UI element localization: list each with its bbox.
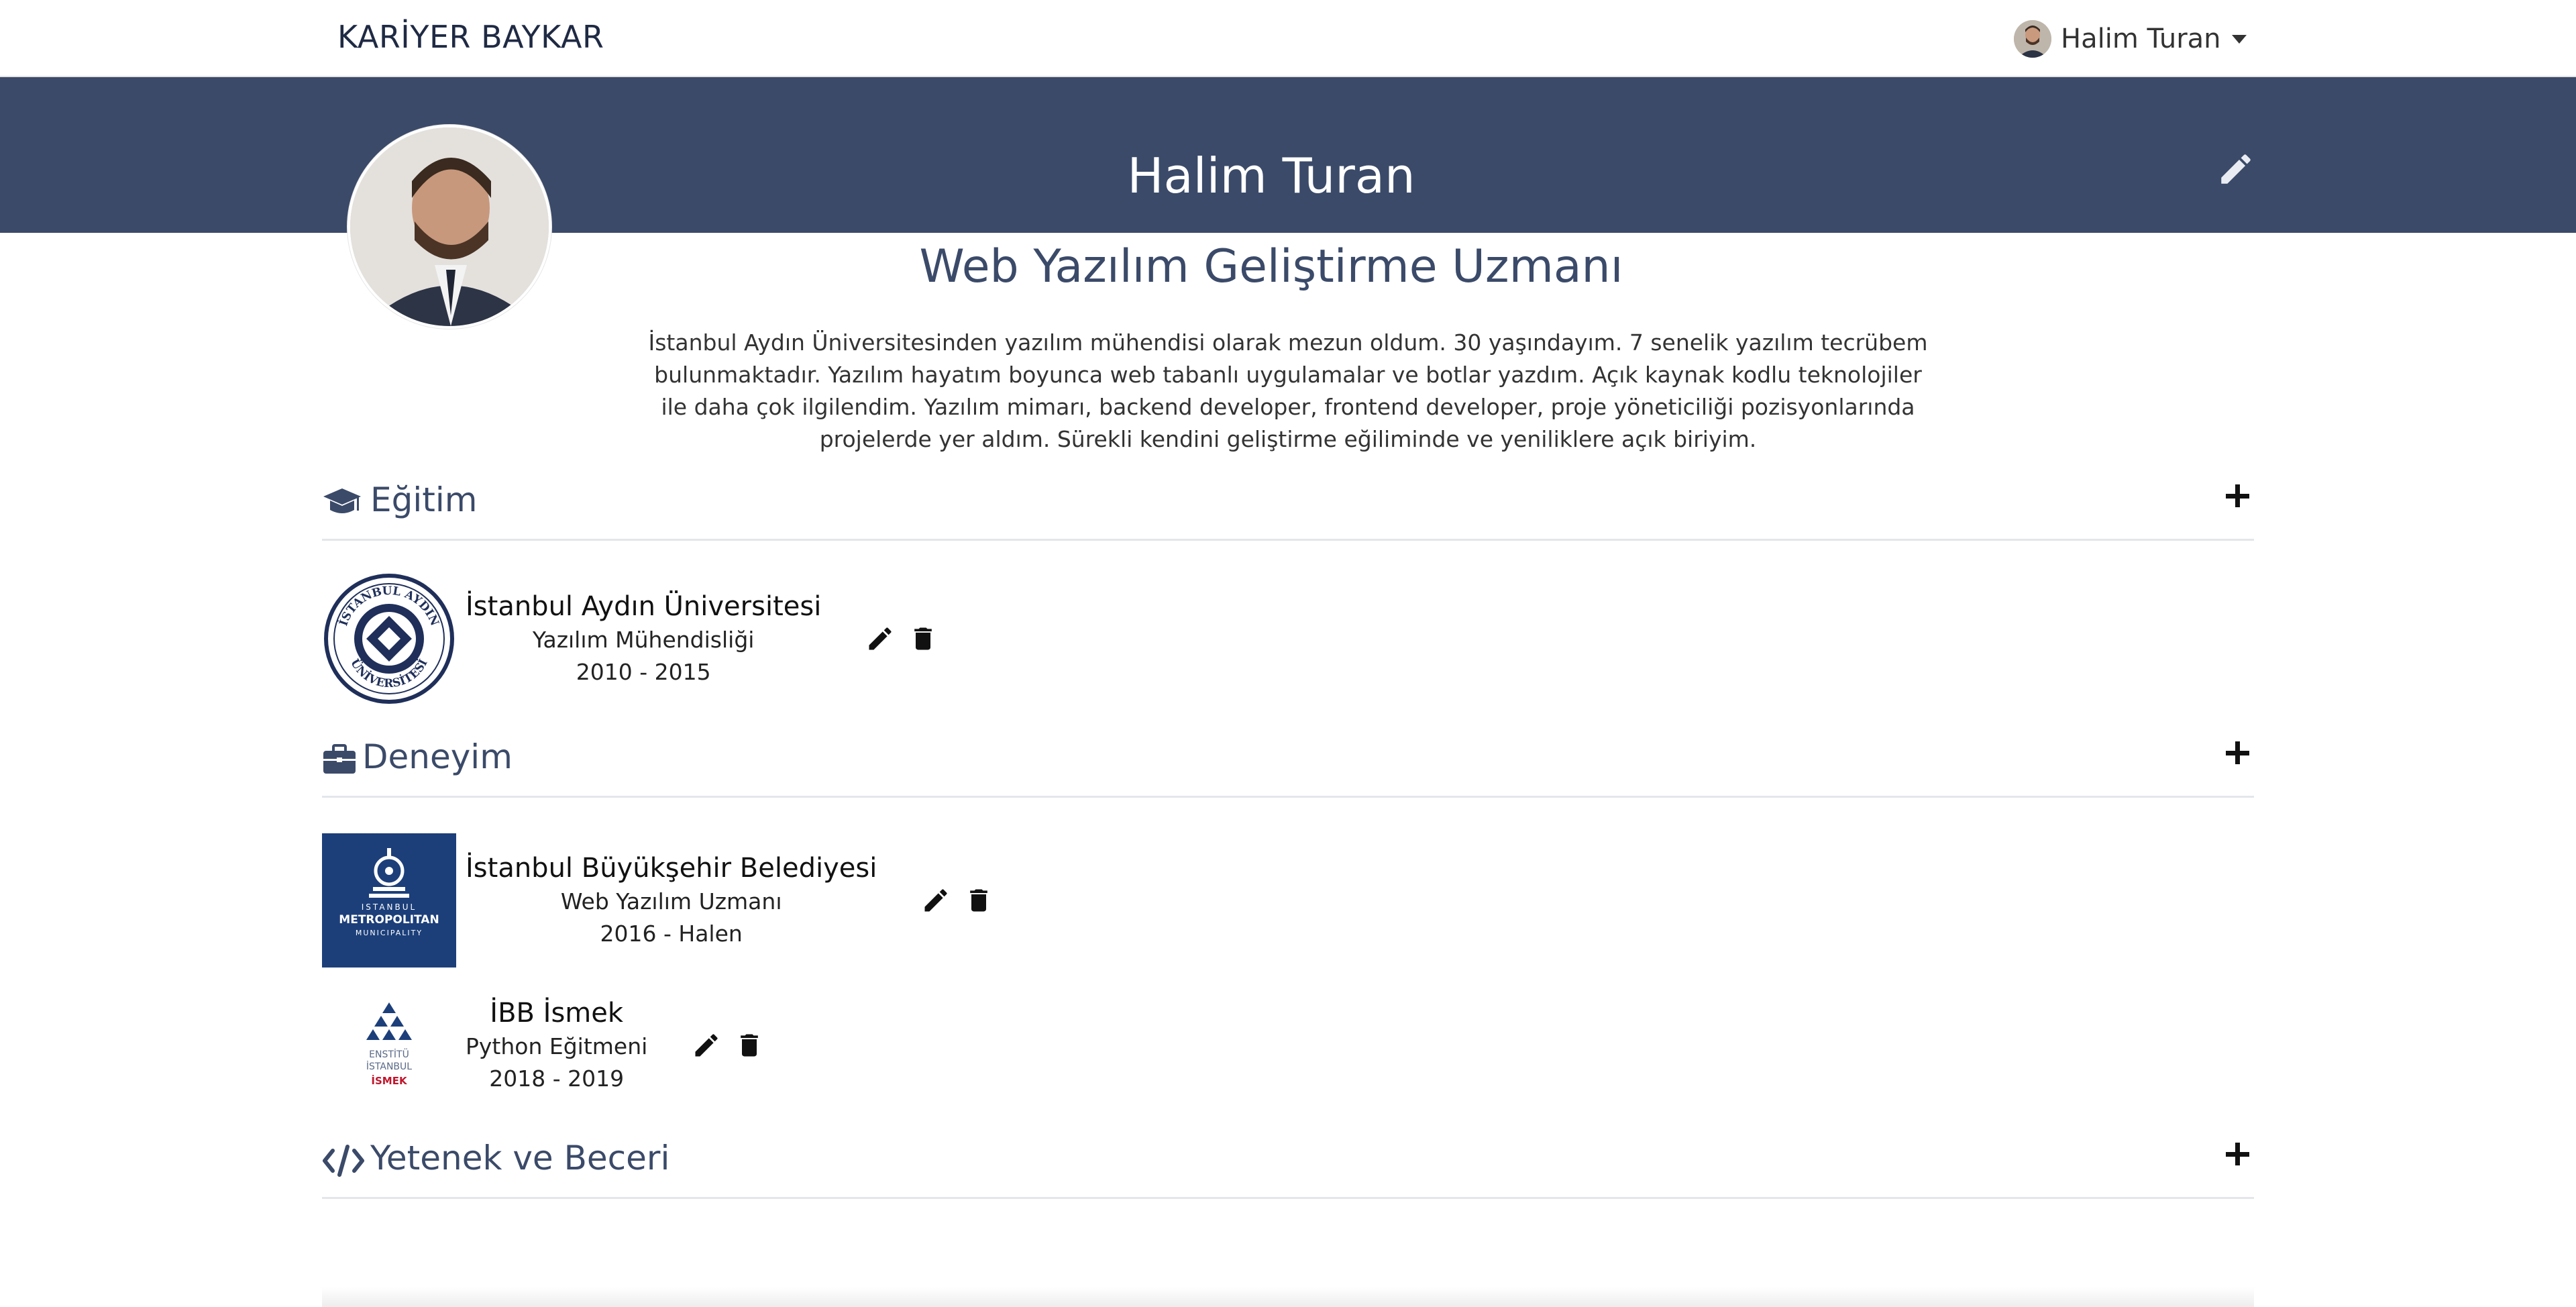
edit-profile-pencil-icon[interactable] xyxy=(2216,150,2255,189)
section-education-title: Eğitim xyxy=(370,480,478,519)
add-education-plus-icon[interactable] xyxy=(2222,480,2254,513)
brand-logo-text[interactable]: KARİYER BAYKAR xyxy=(337,19,604,55)
edit-experience-pencil-icon[interactable] xyxy=(692,1031,721,1060)
ibb-logo-line2: METROPOLITAN xyxy=(339,913,439,927)
education-school: İstanbul Aydın Üniversitesi xyxy=(466,591,822,622)
user-menu-dropdown[interactable]: Halim Turan xyxy=(2014,17,2247,60)
ismek-logo-line1: ENSTİTÜ xyxy=(369,1048,409,1060)
experience-entry: ISTANBUL METROPOLITAN MUNICIPALITY İstan… xyxy=(322,833,1007,968)
ismek-logo: ENSTİTÜ İSTANBUL İSMEK xyxy=(322,978,456,1112)
delete-education-trash-icon[interactable] xyxy=(908,624,938,654)
experience-entry-text: İBB İsmek Python Eğitmeni 2018 - 2019 xyxy=(466,996,647,1095)
edit-experience-pencil-icon[interactable] xyxy=(921,886,951,915)
add-experience-plus-icon[interactable] xyxy=(2222,737,2254,770)
experience-actions xyxy=(692,1031,777,1060)
experience-entry-text: İstanbul Büyükşehir Belediyesi Web Yazıl… xyxy=(466,851,877,950)
user-menu-name: Halim Turan xyxy=(2061,23,2221,54)
education-actions xyxy=(865,624,951,654)
top-navbar: KARİYER BAYKAR Halim Turan xyxy=(0,0,2576,77)
profile-photo xyxy=(347,125,551,329)
experience-actions xyxy=(921,886,1007,915)
profile-headline: Web Yazılım Geliştirme Uzmanı xyxy=(919,240,1623,293)
delete-experience-trash-icon[interactable] xyxy=(964,886,994,915)
ibb-logo-line1: ISTANBUL xyxy=(362,902,417,912)
page-bottom-divider xyxy=(322,1287,2254,1307)
education-entry: İSTANBUL AYDIN ÜNİVERSİTESİ İstanbul Ayd… xyxy=(322,572,951,706)
chevron-down-icon xyxy=(2231,34,2247,44)
delete-experience-trash-icon[interactable] xyxy=(735,1031,764,1060)
education-entry-text: İstanbul Aydın Üniversitesi Yazılım Mühe… xyxy=(466,589,821,688)
experience-dates: 2018 - 2019 xyxy=(489,1065,625,1092)
user-avatar xyxy=(2014,20,2051,58)
section-education-header: Eğitim xyxy=(322,480,2254,541)
section-skills-header: Yetenek ve Beceri xyxy=(322,1139,2254,1199)
section-experience-header: Deneyim xyxy=(322,737,2254,798)
add-skill-plus-icon[interactable] xyxy=(2222,1139,2254,1171)
experience-entry: ENSTİTÜ İSTANBUL İSMEK İBB İsmek Python … xyxy=(322,978,777,1112)
code-icon xyxy=(322,1144,364,1178)
experience-company: İstanbul Büyükşehir Belediyesi xyxy=(466,853,877,884)
ismek-logo-line3: İSMEK xyxy=(371,1074,408,1087)
ibb-logo: ISTANBUL METROPOLITAN MUNICIPALITY xyxy=(322,833,456,968)
briefcase-icon xyxy=(322,743,362,776)
ismek-logo-line2: İSTANBUL xyxy=(366,1060,412,1072)
experience-position: Python Eğitmeni xyxy=(466,1033,648,1059)
profile-summary: İstanbul Aydın Üniversitesinden yazılım … xyxy=(648,329,1928,452)
iau-university-logo: İSTANBUL AYDIN ÜNİVERSİTESİ xyxy=(322,572,456,706)
ibb-logo-line3: MUNICIPALITY xyxy=(356,929,423,937)
section-experience-title: Deneyim xyxy=(362,737,513,776)
education-dates: 2010 - 2015 xyxy=(576,659,711,685)
section-skills-title: Yetenek ve Beceri xyxy=(370,1139,670,1178)
edit-education-pencil-icon[interactable] xyxy=(865,624,895,654)
experience-dates: 2016 - Halen xyxy=(600,921,743,947)
experience-company: İBB İsmek xyxy=(490,998,624,1029)
experience-position: Web Yazılım Uzmanı xyxy=(560,888,782,914)
education-department: Yazılım Mühendisliği xyxy=(532,627,755,653)
graduation-cap-icon xyxy=(322,486,362,519)
